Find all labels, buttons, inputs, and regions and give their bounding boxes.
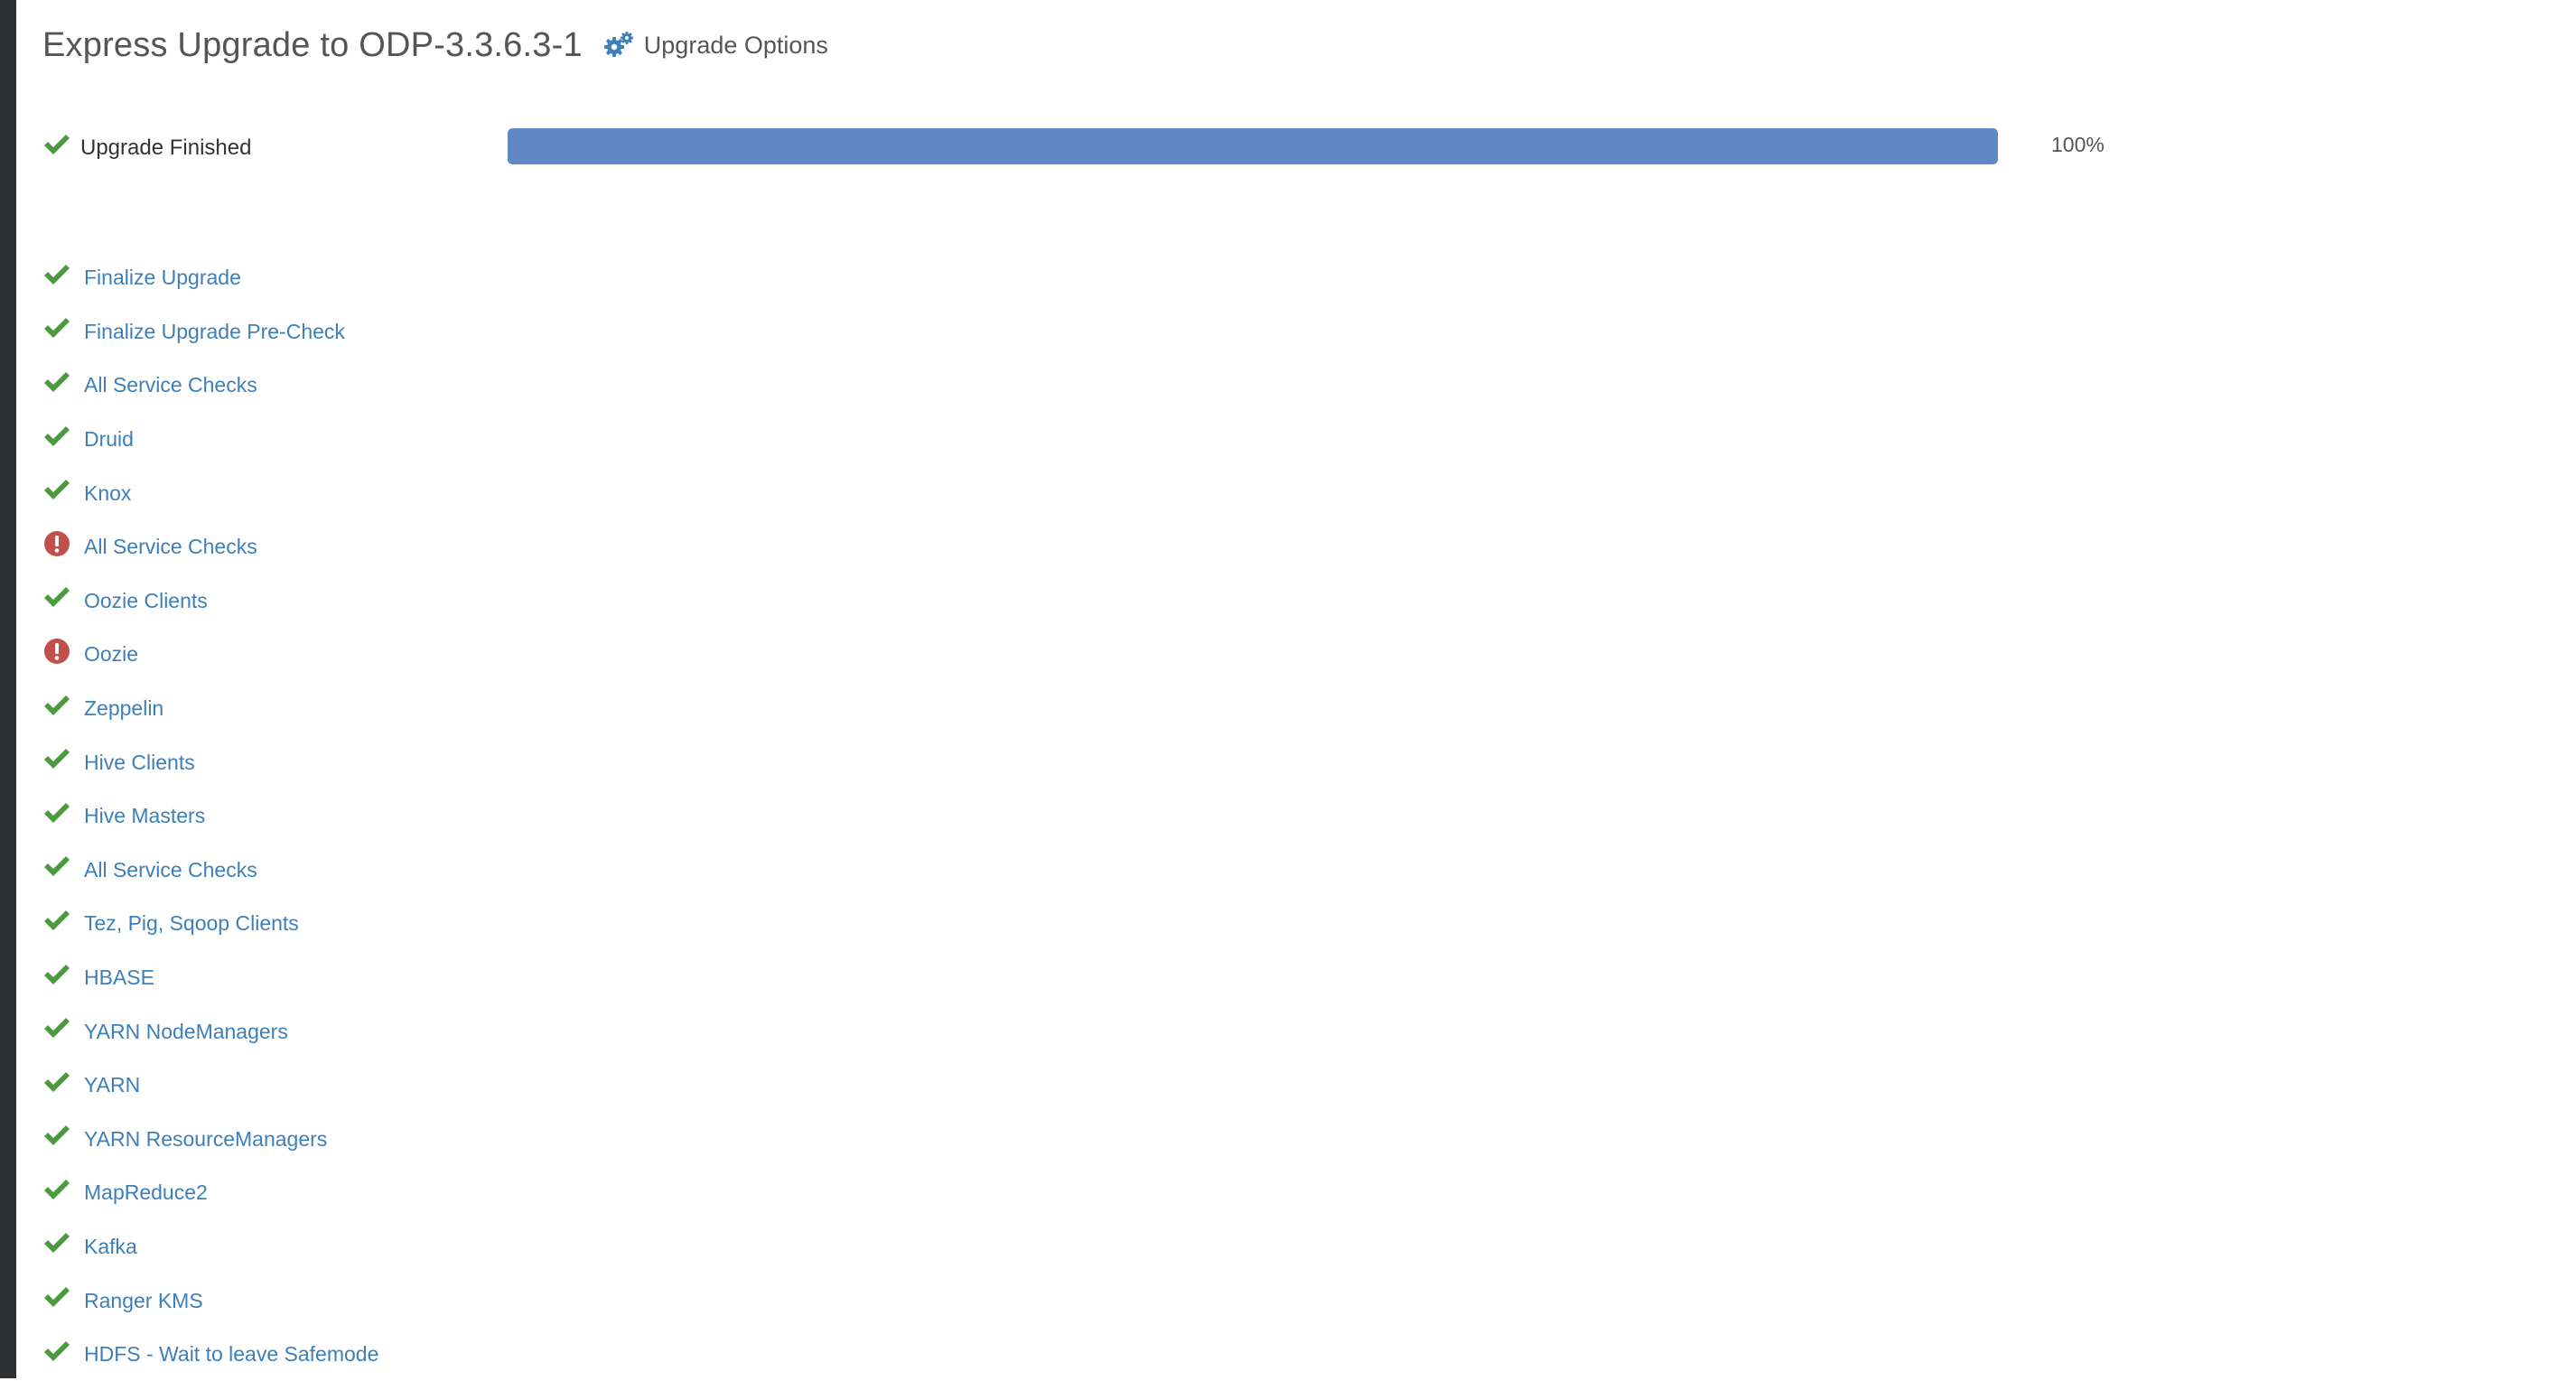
upgrade-options-label: Upgrade Options [643, 31, 828, 59]
check-icon [42, 132, 71, 162]
check-icon [42, 691, 71, 720]
gears-icon [602, 30, 635, 61]
upgrade-step-link[interactable]: Hive Clients [84, 751, 195, 775]
upgrade-step-link[interactable]: Kafka [84, 1235, 137, 1259]
upgrade-step: Kafka [42, 1220, 378, 1274]
upgrade-step: Druid [42, 413, 378, 467]
upgrade-step-link[interactable]: All Service Checks [84, 373, 257, 397]
upgrade-step: Hive Masters [42, 789, 378, 844]
upgrade-step: Knox [42, 466, 378, 520]
upgrade-step-link[interactable]: All Service Checks [84, 535, 257, 559]
upgrade-step-link[interactable]: HBASE [84, 966, 154, 990]
upgrade-steps-list: Finalize Upgrade Finalize Upgrade Pre-Che… [42, 251, 378, 1381]
check-icon [42, 906, 71, 935]
check-icon [42, 260, 71, 289]
upgrade-step-link[interactable]: Hive Masters [84, 804, 205, 828]
upgrade-step: YARN [42, 1059, 378, 1113]
upgrade-step: All Service Checks [42, 844, 378, 898]
status-label: Upgrade Finished [80, 135, 252, 160]
check-icon [42, 1175, 71, 1204]
upgrade-step-link[interactable]: Oozie Clients [84, 589, 208, 613]
upgrade-options-link[interactable]: Upgrade Options [602, 30, 828, 61]
check-icon [42, 422, 71, 451]
check-icon [42, 1121, 71, 1150]
upgrade-step: YARN ResourceManagers [42, 1113, 378, 1167]
check-icon [42, 313, 71, 342]
page-header: Express Upgrade to ODP-3.3.6.3-1 Upgrade… [42, 20, 828, 70]
progress-bar [508, 128, 1998, 164]
left-sidebar-edge [0, 0, 16, 1378]
upgrade-step: Oozie Clients [42, 574, 378, 629]
upgrade-step-link[interactable]: Zeppelin [84, 696, 163, 721]
upgrade-step: Zeppelin [42, 682, 378, 736]
check-icon [42, 1013, 71, 1042]
upgrade-step-link[interactable]: Ranger KMS [84, 1289, 203, 1313]
upgrade-step: HDFS - Wait to leave Safemode [42, 1328, 378, 1381]
check-icon [42, 798, 71, 827]
check-icon [42, 852, 71, 881]
upgrade-step-link[interactable]: Finalize Upgrade Pre-Check [84, 320, 345, 344]
check-icon [42, 960, 71, 989]
upgrade-step: HBASE [42, 951, 378, 1005]
check-icon [42, 744, 71, 773]
progress-bar-fill [508, 128, 1998, 164]
upgrade-step-link[interactable]: Knox [84, 481, 131, 506]
upgrade-step: YARN NodeManagers [42, 1004, 378, 1059]
upgrade-step: Finalize Upgrade [42, 251, 378, 305]
upgrade-step: Finalize Upgrade Pre-Check [42, 305, 378, 359]
upgrade-status: Upgrade Finished 100% [42, 126, 2120, 170]
upgrade-step-link[interactable]: YARN NodeManagers [84, 1020, 288, 1044]
upgrade-step-link[interactable]: Oozie [84, 642, 138, 667]
check-icon [42, 1228, 71, 1257]
upgrade-step-link[interactable]: Finalize Upgrade [84, 266, 241, 290]
upgrade-step-link[interactable]: YARN [84, 1073, 140, 1097]
upgrade-step: Oozie [42, 628, 378, 682]
error-icon [42, 637, 71, 666]
upgrade-step-link[interactable]: Druid [84, 427, 134, 452]
check-icon [42, 1283, 71, 1311]
page-title: Express Upgrade to ODP-3.3.6.3-1 [42, 25, 583, 64]
progress-percent: 100% [2051, 133, 2105, 156]
upgrade-step-link[interactable]: YARN ResourceManagers [84, 1127, 327, 1152]
upgrade-step: Tez, Pig, Sqoop Clients [42, 897, 378, 951]
check-icon [42, 1068, 71, 1096]
upgrade-step-link[interactable]: All Service Checks [84, 858, 257, 882]
upgrade-step: All Service Checks [42, 359, 378, 413]
upgrade-step-link[interactable]: MapReduce2 [84, 1180, 208, 1205]
upgrade-step: Hive Clients [42, 735, 378, 789]
upgrade-panel: Express Upgrade to ODP-3.3.6.3-1 Upgrade… [42, 0, 2553, 1378]
upgrade-step: MapReduce2 [42, 1166, 378, 1220]
check-icon [42, 1337, 71, 1366]
upgrade-step-link[interactable]: Tez, Pig, Sqoop Clients [84, 911, 299, 936]
upgrade-step-link[interactable]: HDFS - Wait to leave Safemode [84, 1342, 378, 1367]
check-icon [42, 475, 71, 504]
upgrade-step: Ranger KMS [42, 1274, 378, 1328]
error-icon [42, 529, 71, 558]
check-icon [42, 583, 71, 611]
upgrade-step: All Service Checks [42, 520, 378, 574]
check-icon [42, 368, 71, 397]
